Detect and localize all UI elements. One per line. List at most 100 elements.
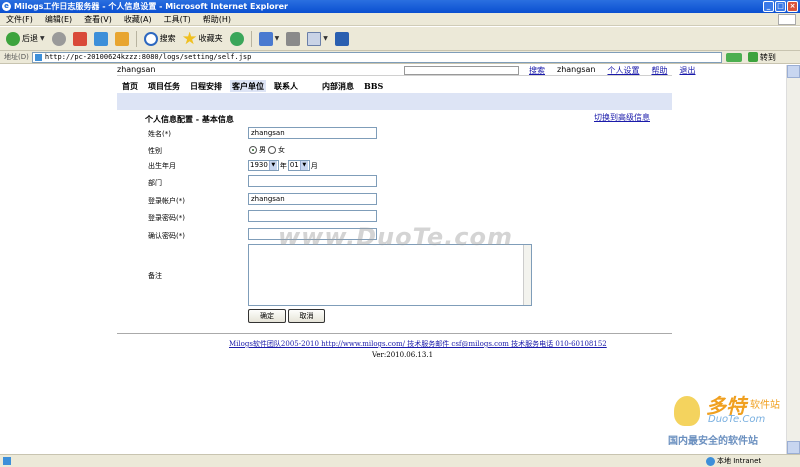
gender-male-label: 男: [259, 146, 266, 154]
go-button[interactable]: 转到: [747, 52, 776, 63]
mascot-icon: [674, 396, 700, 426]
forward-button[interactable]: [50, 30, 68, 48]
menu-view[interactable]: 查看(V): [84, 14, 112, 25]
address-dropdown-icon[interactable]: [725, 52, 742, 62]
toolbar-divider: [250, 30, 252, 47]
zone-label: 本地 Intranet: [717, 457, 762, 465]
nav-home[interactable]: 首页: [120, 80, 140, 92]
textarea-scrollbar[interactable]: [523, 245, 531, 305]
logout-link[interactable]: 退出: [679, 65, 695, 76]
search-label: 搜索: [159, 34, 176, 43]
search-icon: [143, 31, 158, 46]
globe-icon: [706, 456, 715, 466]
home-icon: [114, 31, 129, 46]
version-text: Ver:2010.06.13.1: [372, 351, 434, 359]
password-label: 登录密码(*): [148, 214, 185, 222]
cancel-button[interactable]: 取消: [288, 309, 325, 323]
brand-slogan: 国内最安全的软件站: [668, 436, 758, 447]
chevron-down-icon[interactable]: ▼: [40, 35, 45, 42]
menu-file[interactable]: 文件(F): [6, 14, 33, 25]
birth-year-select[interactable]: 1930 ▼: [248, 160, 279, 171]
nav-bbs[interactable]: BBS: [362, 80, 385, 92]
gender-group: 男 女: [249, 145, 285, 155]
chevron-down-icon[interactable]: ▼: [323, 35, 328, 42]
toolbar-divider: [135, 30, 137, 47]
stop-button[interactable]: [71, 30, 89, 48]
mail-icon: [258, 31, 273, 46]
nav-projects[interactable]: 项目任务: [146, 80, 182, 92]
media-button[interactable]: [228, 30, 246, 48]
edit-page-icon: [307, 31, 322, 46]
menu-tools[interactable]: 工具(T): [164, 14, 191, 25]
menu-favorites[interactable]: 收藏(A): [124, 14, 152, 25]
dept-field[interactable]: [248, 175, 377, 187]
minimize-button[interactable]: _: [763, 1, 774, 12]
menu-edit[interactable]: 编辑(E): [45, 14, 72, 25]
birth-selects: 1930 ▼ 年 01 ▼ 月: [248, 160, 318, 171]
menu-help[interactable]: 帮助(H): [203, 14, 231, 25]
menu-bar: 文件(F) 编辑(E) 查看(V) 收藏(A) 工具(T) 帮助(H): [0, 13, 800, 26]
switch-advanced-link[interactable]: 切换到高级信息: [594, 112, 650, 123]
stop-icon: [72, 31, 87, 46]
close-button[interactable]: ×: [787, 1, 798, 12]
search-button[interactable]: 搜索: [142, 30, 178, 48]
browser-toolbar: 后退 ▼ 搜索 收藏夹 ▼ ▼: [0, 27, 800, 51]
name-label: 姓名(*): [148, 130, 171, 138]
gender-male-radio[interactable]: [249, 146, 257, 154]
page-content: zhangsan 搜索 zhangsan 个人设置 帮助 退出 首页 项目任务 …: [0, 65, 800, 454]
nav-messages[interactable]: 内部消息: [320, 80, 356, 92]
back-arrow-icon: [6, 31, 20, 46]
back-button[interactable]: 后退 ▼: [4, 30, 47, 48]
confirm-password-label: 确认密码(*): [148, 232, 185, 240]
home-button[interactable]: [113, 30, 131, 48]
ok-button[interactable]: 确定: [248, 309, 286, 323]
ie-icon: e: [2, 2, 11, 11]
refresh-button[interactable]: [92, 30, 110, 48]
favorites-button[interactable]: 收藏夹: [181, 30, 225, 48]
mail-button[interactable]: ▼: [257, 30, 282, 48]
login-label: 登录帐户(*): [148, 197, 185, 205]
name-field[interactable]: zhangsan: [248, 127, 377, 139]
messenger-button[interactable]: [333, 30, 351, 48]
form-title: 个人信息配置 - 基本信息: [145, 114, 234, 124]
windows-logo-icon: [778, 14, 796, 25]
address-label: 地址(D): [4, 53, 29, 61]
note-textarea[interactable]: [248, 244, 532, 306]
chevron-down-icon[interactable]: ▼: [275, 35, 280, 42]
window-titlebar: e Milogs工作日志服务器 - 个人信息设置 - Microsoft Int…: [0, 0, 800, 13]
page-scrollbar[interactable]: [786, 65, 800, 454]
footer-links[interactable]: Milogs软件团队2005-2010 http://www.milogs.co…: [229, 339, 607, 349]
edit-button[interactable]: ▼: [305, 30, 330, 48]
go-label: 转到: [759, 52, 776, 62]
scroll-down-icon[interactable]: [787, 441, 800, 454]
birth-year-value: 1930: [250, 161, 268, 169]
refresh-icon: [93, 31, 108, 46]
page-icon: [34, 53, 42, 61]
main-nav: 首页 项目任务 日程安排 客户单位 联系人 内部消息 BBS: [120, 80, 385, 92]
password-field[interactable]: [248, 210, 377, 222]
nav-contacts[interactable]: 联系人: [272, 80, 300, 92]
month-unit: 月: [310, 161, 318, 170]
search-input[interactable]: [404, 66, 519, 75]
header-divider: [117, 75, 672, 76]
media-icon: [229, 31, 244, 46]
nav-schedule[interactable]: 日程安排: [188, 80, 224, 92]
gender-female-radio[interactable]: [268, 146, 276, 154]
nav-gap: [306, 80, 314, 92]
chevron-down-icon: ▼: [268, 161, 277, 170]
dept-label: 部门: [148, 179, 162, 187]
nav-clients[interactable]: 客户单位: [230, 80, 266, 92]
scroll-up-icon[interactable]: [787, 65, 800, 78]
security-zone: 本地 Intranet: [706, 455, 761, 467]
maximize-button[interactable]: □: [775, 1, 786, 12]
print-button[interactable]: [284, 30, 302, 48]
address-input[interactable]: http://pc-20100624kzzz:8080/logs/setting…: [31, 51, 722, 63]
footer-divider: [117, 333, 672, 334]
address-bar: 地址(D) http://pc-20100624kzzz:8080/logs/s…: [0, 51, 800, 64]
birth-month-select[interactable]: 01 ▼: [287, 160, 310, 171]
brand-en: DuoTe.Com: [708, 414, 766, 425]
printer-icon: [286, 31, 301, 46]
favorites-label: 收藏夹: [198, 34, 223, 43]
chevron-down-icon: ▼: [299, 161, 308, 170]
login-field[interactable]: zhangsan: [248, 193, 377, 205]
